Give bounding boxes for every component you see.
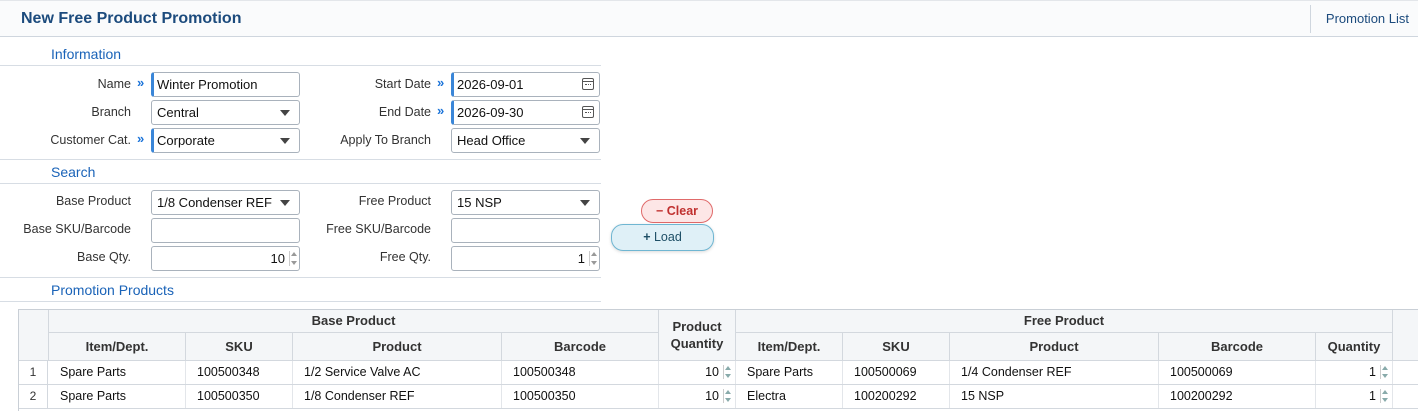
stepper-icon[interactable]: [723, 365, 731, 379]
start-date-input[interactable]: 2026-09-01: [451, 72, 600, 97]
col-base-item[interactable]: Item/Dept.: [49, 333, 186, 361]
col-base-sku[interactable]: SKU: [186, 333, 293, 361]
end-date-input[interactable]: 2026-09-30: [451, 100, 600, 125]
col-free-product[interactable]: Product: [950, 333, 1159, 361]
page-header: New Free Product Promotion Promotion Lis…: [0, 0, 1418, 37]
information-section-title: Information: [51, 46, 122, 62]
branch-select[interactable]: Central: [151, 100, 300, 125]
col-free-barcode[interactable]: Barcode: [1159, 333, 1316, 361]
base-qty-label: Base Qty.: [77, 250, 131, 264]
chevron-down-icon: [280, 110, 290, 116]
col-free-item[interactable]: Item/Dept.: [736, 333, 843, 361]
required-arrow-icon: »: [437, 75, 445, 90]
free-product-label: Free Product: [358, 194, 431, 208]
divider: [0, 65, 601, 66]
cell-free-item: Electra: [736, 385, 843, 408]
cell-free-product: 1/4 Condenser REF: [950, 361, 1159, 384]
row-divider: [19, 408, 1418, 409]
col-free-sku[interactable]: SKU: [843, 333, 950, 361]
promotion-products-section-title: Promotion Products: [51, 282, 174, 298]
promotion-list-link[interactable]: Promotion List: [1309, 5, 1418, 33]
cell-product-qty[interactable]: 10: [659, 361, 736, 384]
free-product-group-header: Free Product: [736, 310, 1393, 333]
divider: [0, 159, 601, 160]
col-base-product[interactable]: Product: [293, 333, 502, 361]
chevron-down-icon: [580, 138, 590, 144]
cell-base-product: 1/2 Service Valve AC: [293, 361, 502, 384]
cell-free-barcode: 100500069: [1159, 361, 1316, 384]
name-label: Name: [97, 77, 131, 91]
apply-branch-select[interactable]: Head Office: [451, 128, 600, 153]
required-arrow-icon: »: [137, 131, 145, 146]
cell-base-barcode: 100500350: [502, 385, 659, 408]
col-free-qty[interactable]: Quantity: [1316, 333, 1393, 361]
cell-base-sku: 100500350: [186, 385, 293, 408]
cell-product-qty[interactable]: 10: [659, 385, 736, 408]
customer-cat-label: Customer Cat.: [50, 133, 131, 147]
stepper-icon[interactable]: [589, 251, 597, 266]
cell-free-barcode: 100200292: [1159, 385, 1316, 408]
search-section-title: Search: [51, 164, 96, 180]
required-arrow-icon: »: [437, 103, 445, 118]
divider: [0, 301, 601, 302]
cell-free-qty[interactable]: 1: [1316, 361, 1393, 384]
chevron-down-icon: [280, 200, 290, 206]
base-qty-input[interactable]: 10: [151, 246, 300, 271]
base-product-group-header: Base Product: [49, 310, 659, 333]
row-number-header: [19, 310, 49, 361]
chevron-down-icon: [580, 200, 590, 206]
base-sku-label: Base SKU/Barcode: [23, 222, 131, 236]
required-arrow-icon: »: [137, 75, 145, 90]
cell-base-item: Spare Parts: [49, 361, 186, 384]
cell-base-item: Spare Parts: [49, 385, 186, 408]
base-product-label: Base Product: [55, 194, 131, 208]
stepper-icon[interactable]: [1380, 365, 1388, 379]
stepper-icon[interactable]: [1380, 389, 1388, 403]
cell-free-qty[interactable]: 1: [1316, 385, 1393, 408]
base-product-select[interactable]: 1/8 Condenser REF: [151, 190, 300, 215]
minus-icon: −: [655, 204, 667, 218]
divider: [0, 183, 601, 184]
clear-button[interactable]: − Clear: [641, 199, 713, 223]
divider: [0, 277, 601, 278]
end-date-label: End Date: [378, 105, 431, 119]
cell-base-barcode: 100500348: [502, 361, 659, 384]
plus-icon: +: [643, 230, 654, 244]
chevron-down-icon: [280, 138, 290, 144]
free-sku-input[interactable]: [451, 218, 600, 243]
stepper-icon[interactable]: [723, 389, 731, 403]
col-base-barcode[interactable]: Barcode: [502, 333, 659, 361]
free-qty-label: Free Qty.: [379, 250, 431, 264]
cell-base-product: 1/8 Condenser REF: [293, 385, 502, 408]
cell-free-product: 15 NSP: [950, 385, 1159, 408]
start-date-label: Start Date: [374, 77, 431, 91]
row-number: 2: [19, 385, 48, 408]
scroll-header: [1393, 310, 1418, 361]
row-number: 1: [19, 361, 48, 384]
free-product-select[interactable]: 15 NSP: [451, 190, 600, 215]
product-quantity-header[interactable]: Product Quantity: [659, 310, 736, 361]
free-qty-input[interactable]: 1: [451, 246, 600, 271]
page-title: New Free Product Promotion: [21, 10, 242, 27]
customer-cat-select[interactable]: Corporate: [151, 128, 300, 153]
load-button[interactable]: + Load: [611, 224, 714, 251]
cell-base-sku: 100500348: [186, 361, 293, 384]
apply-branch-label: Apply To Branch: [340, 133, 431, 147]
free-sku-label: Free SKU/Barcode: [326, 222, 431, 236]
cell-free-item: Spare Parts: [736, 361, 843, 384]
stepper-icon[interactable]: [289, 251, 297, 266]
name-input[interactable]: Winter Promotion: [151, 72, 300, 97]
cell-free-sku: 100500069: [843, 361, 950, 384]
branch-label: Branch: [91, 105, 131, 119]
promotion-products-table: Base Product Product Quantity Free Produ…: [18, 309, 1418, 411]
calendar-icon[interactable]: [582, 78, 594, 90]
base-sku-input[interactable]: [151, 218, 300, 243]
cell-free-sku: 100200292: [843, 385, 950, 408]
calendar-icon[interactable]: [582, 106, 594, 118]
